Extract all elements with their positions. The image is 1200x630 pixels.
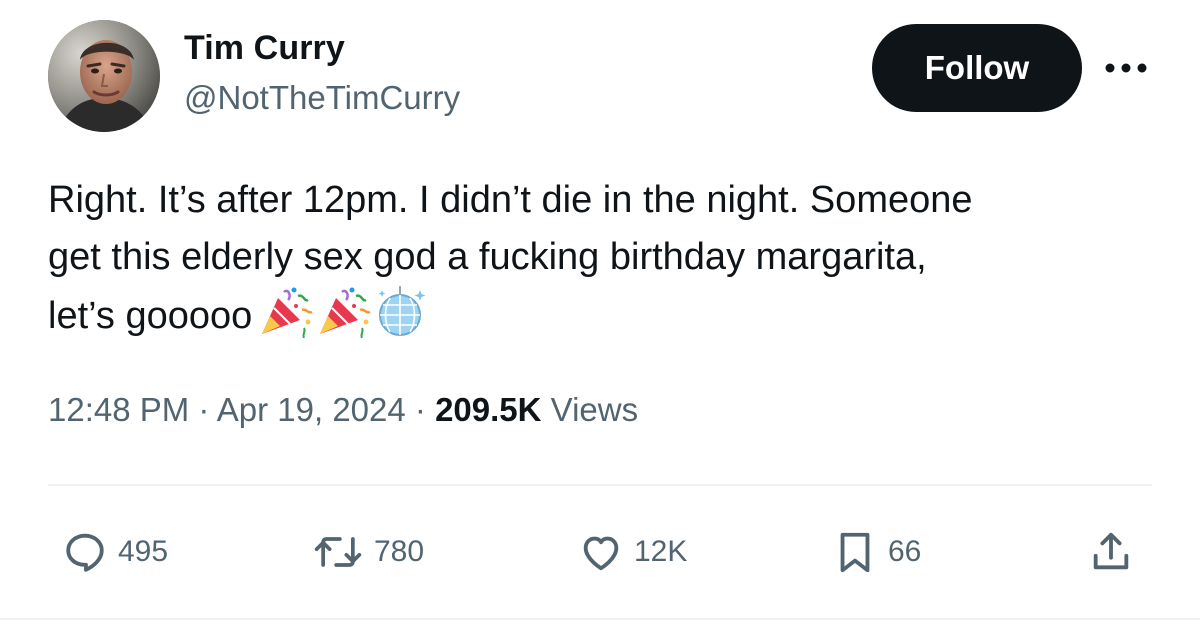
heart-icon (583, 536, 619, 571)
repost-button[interactable]: 780 (312, 528, 424, 576)
like-count: 12K (634, 535, 688, 568)
meta-separator: · (405, 391, 436, 428)
like-button[interactable]: 12K (578, 528, 687, 576)
emoji-group (258, 286, 426, 338)
tweet-meta: 12:48 PM · Apr 19, 2024 · 209.5K Views (48, 388, 638, 432)
bookmark-count: 66 (888, 535, 922, 568)
views-label: Views (550, 391, 639, 428)
avatar-image (48, 20, 160, 132)
divider (48, 484, 1152, 486)
tweet-date[interactable]: Apr 19, 2024 (217, 391, 406, 428)
reply-count: 495 (118, 535, 169, 568)
tweet-card: Tim Curry @NotTheTimCurry Follow Right. … (0, 0, 1200, 630)
repost-count: 780 (374, 535, 425, 568)
party-popper-icon (262, 287, 313, 338)
tweet-text-line-content: let’s gooooo (48, 295, 253, 337)
share-button[interactable] (1088, 528, 1134, 576)
share-icon (1093, 532, 1129, 570)
tweet-text-line: Right. It’s after 12pm. I didn’t die in … (48, 179, 973, 221)
avatar[interactable] (48, 20, 160, 132)
reply-button[interactable]: 495 (62, 528, 168, 576)
repost-icon (314, 537, 362, 567)
author-handle[interactable]: @NotTheTimCurry (184, 78, 460, 118)
bookmark-icon (840, 532, 870, 573)
bookmark-button[interactable]: 66 (832, 528, 921, 576)
mirror-ball-icon (378, 286, 426, 336)
tweet-time[interactable]: 12:48 PM (48, 391, 189, 428)
author-name[interactable]: Tim Curry (184, 28, 345, 68)
party-popper-icon (320, 287, 371, 338)
follow-button[interactable]: Follow (872, 24, 1082, 112)
tweet-text-line-last: let’s gooooo (48, 286, 1158, 345)
more-options-icon[interactable] (1102, 50, 1150, 86)
views-count: 209.5K (435, 391, 542, 428)
meta-separator: · (189, 391, 217, 428)
bottom-divider (0, 618, 1200, 620)
reply-icon (66, 533, 104, 572)
tweet-text: Right. It’s after 12pm. I didn’t die in … (48, 172, 1158, 345)
tweet-text-line: get this elderly sex god a fucking birth… (48, 236, 927, 278)
